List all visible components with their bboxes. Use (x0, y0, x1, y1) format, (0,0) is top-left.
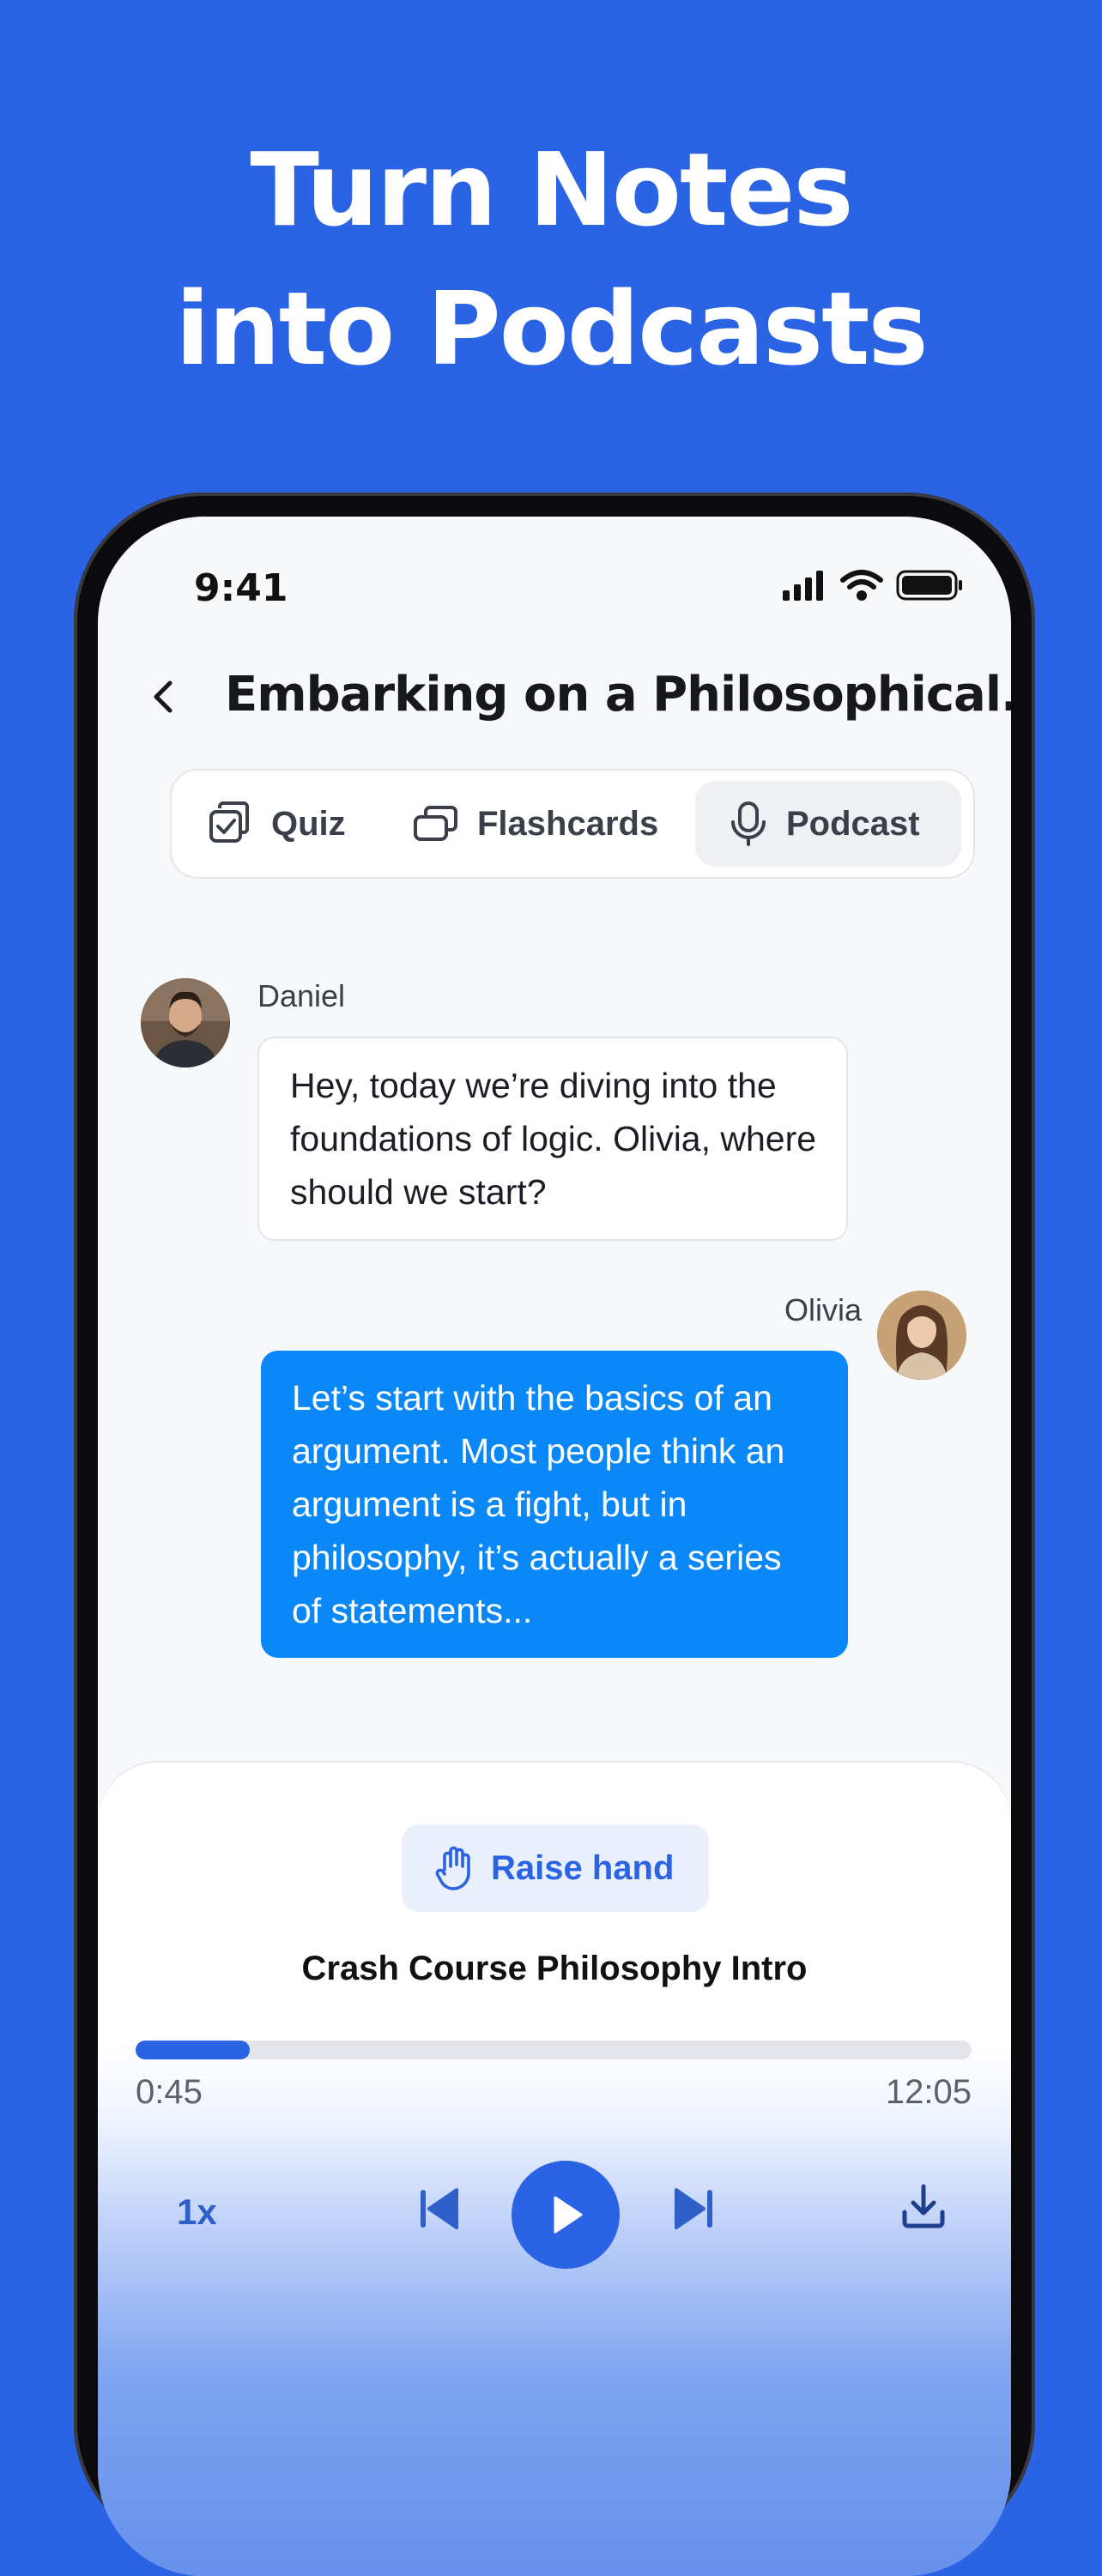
hero-line-2: into Podcasts (175, 269, 928, 388)
battery-icon (896, 570, 962, 601)
status-time: 9:41 (194, 566, 288, 610)
microphone-icon (731, 801, 766, 846)
wifi-icon (840, 570, 883, 601)
total-time: 12:05 (885, 2073, 972, 2111)
progress-track[interactable] (136, 2041, 972, 2059)
play-button[interactable] (512, 2161, 620, 2269)
play-icon (554, 2196, 583, 2234)
page-title: Embarking on a Philosophical... (225, 667, 1011, 723)
episode-title: Crash Course Philosophy Intro (301, 1950, 808, 1987)
tab-podcast[interactable]: Podcast (695, 781, 961, 867)
message-bubble-olivia: Let’s start with the basics of an argume… (261, 1351, 848, 1658)
status-icons (783, 570, 962, 601)
playback-speed-button[interactable]: 1x (177, 2192, 217, 2233)
progress-fill (136, 2041, 250, 2059)
raise-hand-button[interactable]: Raise hand (402, 1824, 709, 1912)
mode-tabs: Quiz Flashcards Podcast (170, 769, 975, 879)
cards-icon (414, 806, 457, 841)
hero-line-1: Turn Notes (250, 130, 853, 249)
back-chevron-icon[interactable] (146, 678, 184, 716)
skip-previous-icon[interactable] (415, 2185, 463, 2233)
avatar-olivia (877, 1291, 966, 1380)
download-icon[interactable] (898, 2181, 949, 2233)
checkbox-icon (209, 801, 249, 843)
elapsed-time: 0:45 (136, 2073, 203, 2111)
avatar-daniel (141, 978, 230, 1067)
hand-icon (435, 1846, 470, 1890)
tab-flashcards[interactable]: Flashcards (412, 781, 658, 867)
tab-quiz-label: Quiz (271, 804, 346, 843)
raise-hand-label: Raise hand (491, 1848, 675, 1887)
tab-podcast-label: Podcast (786, 804, 920, 843)
tab-quiz[interactable]: Quiz (206, 781, 346, 867)
hero-headline: Turn Notes into Podcasts (0, 120, 1102, 398)
signal-icon (783, 571, 823, 601)
tab-flashcards-label: Flashcards (477, 804, 659, 843)
speaker-name-daniel: Daniel (257, 978, 346, 1013)
phone-screen: 9:41 Embarking on a Philosophical... Qui… (98, 517, 1011, 2576)
skip-next-icon[interactable] (669, 2185, 718, 2233)
message-bubble-daniel: Hey, today we’re diving into the foundat… (257, 1037, 848, 1241)
speaker-name-olivia: Olivia (784, 1292, 862, 1327)
